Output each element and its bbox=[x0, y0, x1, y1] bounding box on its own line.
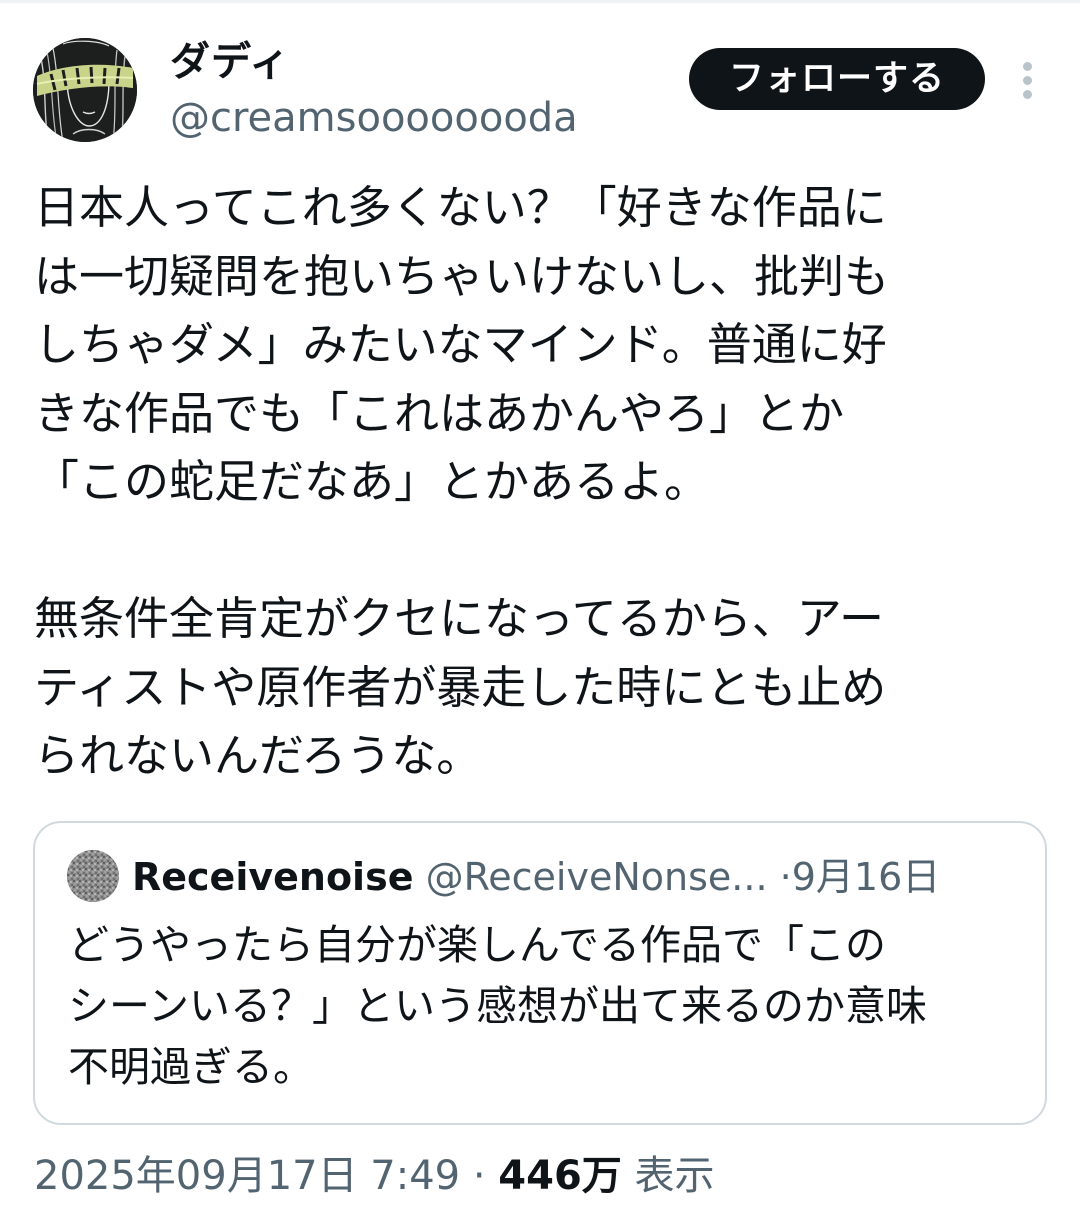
author-handle[interactable]: @creamsoooooooda bbox=[170, 93, 578, 143]
tweet-text-line: 日本人ってこれ多くない？「好きな作品に bbox=[34, 181, 887, 234]
more-vertical-icon[interactable] bbox=[1006, 56, 1050, 104]
follow-button[interactable]: フォローする bbox=[689, 48, 985, 110]
quoted-tweet-date[interactable]: 9月16日 bbox=[792, 855, 941, 899]
quoted-tweet-card[interactable]: Receivenoise @ReceiveNonse... ·9月16日 どうや… bbox=[33, 821, 1047, 1125]
quoted-text-line: 不明過ぎる。 bbox=[68, 1043, 314, 1091]
tweet-text: 日本人ってこれ多くない？「好きな作品に は一切疑問を抱いちゃいけないし、批判も … bbox=[34, 174, 1034, 791]
tweet-meta: 2025年09月17日 7:49 · 446万 表示 bbox=[34, 1150, 715, 1202]
quoted-author-name[interactable]: Receivenoise bbox=[132, 855, 413, 899]
views-count: 446万 bbox=[498, 1153, 622, 1199]
quoted-author-avatar[interactable] bbox=[67, 850, 119, 902]
tweet-text-line: 無条件全肯定がクセになってるから、アー bbox=[34, 592, 885, 645]
tweet-text-line: きな作品でも「これはあかんやろ」とか bbox=[34, 386, 845, 440]
tweet-text-line: ティストや原作者が暴走した時にとも止め bbox=[34, 660, 887, 714]
author-avatar[interactable] bbox=[33, 38, 137, 142]
quoted-tweet-text: どうやったら自分が楽しんでる作品で「この シーンいる？」という感想が出て来るのか… bbox=[68, 915, 1028, 1098]
author-display-name[interactable]: ダディ bbox=[170, 36, 290, 88]
tweet-timestamp[interactable]: 2025年09月17日 7:49 bbox=[34, 1153, 460, 1199]
quoted-text-line: どうやったら自分が楽しんでる作品で「この bbox=[68, 921, 886, 969]
views-label: 表示 bbox=[634, 1153, 715, 1199]
tweet-header: ダディ @creamsoooooooda フォローする bbox=[0, 0, 1080, 150]
tweet-text-line: しちゃダメ」みたいなマインド。普通に好 bbox=[34, 318, 887, 371]
quoted-text-line: シーンいる？」という感想が出て来るのか意味 bbox=[68, 982, 927, 1030]
tweet-text-line: 「この蛇足だなあ」とかあるよ。 bbox=[34, 455, 710, 508]
quoted-author-handle[interactable]: @ReceiveNonse... bbox=[426, 855, 768, 899]
tweet-text-line: は一切疑問を抱いちゃいけないし、批判も bbox=[34, 249, 890, 303]
meta-separator: · bbox=[472, 1153, 486, 1199]
tweet-text-line: られないんだろうな。 bbox=[34, 729, 482, 782]
quoted-tweet-header: Receivenoise @ReceiveNonse... ·9月16日 bbox=[132, 853, 940, 901]
quoted-separator: · bbox=[779, 855, 792, 899]
